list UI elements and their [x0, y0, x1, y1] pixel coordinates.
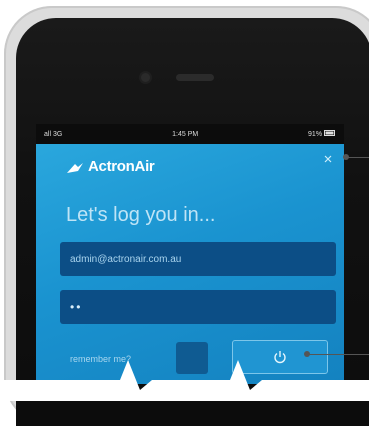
battery-indicator: 91% [308, 130, 336, 138]
email-value: admin@actronair.com.au [70, 253, 182, 265]
login-title: Let's log you in... [66, 204, 216, 226]
login-screen: ActronAir Let's log you in... admin@actr… [36, 144, 344, 384]
battery-icon [324, 130, 335, 136]
brand-logo: ActronAir [66, 158, 155, 175]
battery-percent: 91% [308, 131, 323, 138]
torn-edge-cutout [0, 360, 369, 401]
camera-icon [141, 73, 150, 82]
brand-name: ActronAir [88, 158, 155, 175]
phone-screen: all 3G 1:45 PM 91% ActronAir Let's log y… [36, 124, 344, 384]
status-bar: all 3G 1:45 PM 91% [36, 124, 344, 144]
password-field[interactable]: •• [60, 290, 336, 324]
email-field[interactable]: admin@actronair.com.au [60, 242, 336, 276]
close-icon[interactable] [324, 154, 332, 166]
actronair-logo-icon [66, 161, 84, 173]
status-time: 1:45 PM [172, 130, 199, 138]
password-value: •• [70, 300, 83, 314]
carrier-signal: all 3G [44, 130, 63, 138]
speaker-grille [176, 74, 214, 81]
callout-line-top [346, 157, 369, 158]
